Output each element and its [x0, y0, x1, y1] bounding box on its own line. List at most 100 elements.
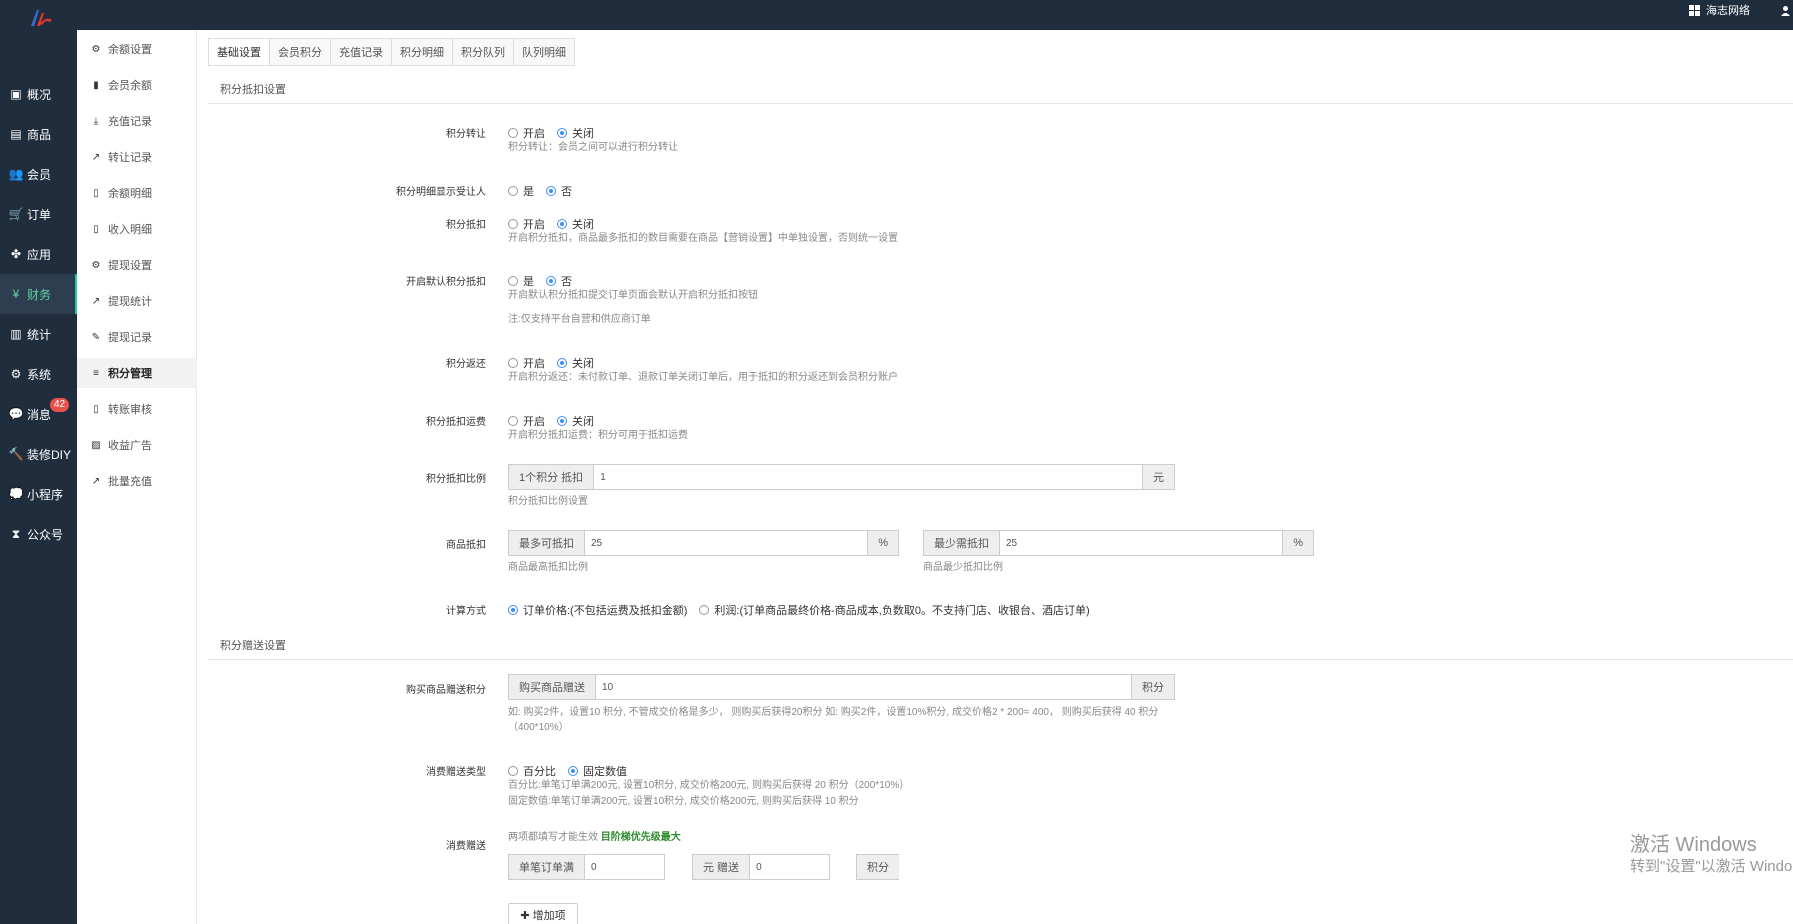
min-deduct-input[interactable]: 25	[1000, 531, 1283, 555]
subnav-item-withdraw-stats[interactable]: ↗ 提现统计	[77, 286, 197, 316]
help-text: 积分转让：会员之间可以进行积分转让	[508, 142, 678, 153]
refund-option-off[interactable]: 关闭	[557, 355, 594, 371]
nav-label: 应用	[27, 247, 52, 262]
deduct-option-on[interactable]: 开启	[508, 216, 545, 232]
subnav-label: 积分管理	[108, 368, 152, 380]
radio[interactable]	[699, 605, 710, 615]
transfer-option-off[interactable]: 关闭	[557, 125, 594, 141]
tab-basic-settings[interactable]: 基础设置	[208, 38, 270, 66]
apps-icon: ✤	[10, 247, 22, 261]
radio[interactable]	[557, 358, 567, 368]
nav-item-messages[interactable]: 💬 消息 42	[0, 394, 77, 434]
subnav-label: 收入明细	[108, 224, 152, 236]
radio[interactable]	[546, 276, 556, 286]
option-label: 订单价格:(不包括运费及抵扣金额)	[523, 605, 688, 617]
nav-item-miniprogram[interactable]: 💭 小程序	[0, 474, 77, 514]
radio[interactable]	[508, 766, 518, 776]
default-deduct-option-yes[interactable]: 是	[508, 273, 534, 289]
show-recipient-option-no[interactable]: 否	[546, 183, 572, 199]
subnav-item-balance-details[interactable]: ▯ 余额明细	[77, 178, 197, 208]
field-label: 消费赠送类型	[426, 767, 486, 778]
nav-item-orders[interactable]: 🛒 订单	[0, 194, 77, 234]
max-deduct-input[interactable]: 25	[585, 531, 868, 555]
option-label: 是	[523, 186, 534, 198]
freight-option-off[interactable]: 关闭	[557, 413, 594, 429]
gift-amount-input[interactable]: 0	[750, 855, 829, 879]
subnav-label: 提现记录	[108, 332, 152, 344]
user-icon[interactable]	[1780, 5, 1791, 16]
tab-queue-details[interactable]: 队列明细	[513, 38, 575, 66]
order-threshold-input[interactable]: 0	[585, 855, 664, 879]
gift-type-option-percent[interactable]: 百分比	[508, 763, 556, 779]
tab-points-queue[interactable]: 积分队列	[452, 38, 514, 66]
calc-option-order-price[interactable]: 订单价格:(不包括运费及抵扣金额)	[508, 602, 687, 618]
buy-gift-input[interactable]: 10	[596, 675, 1131, 699]
subnav-item-points-management[interactable]: ≡ 积分管理	[77, 358, 197, 388]
radio[interactable]	[508, 416, 518, 426]
radio[interactable]	[508, 186, 518, 196]
radio[interactable]	[508, 605, 518, 615]
nav-item-members[interactable]: 👥 会员	[0, 154, 77, 194]
help-text: （400*10%）	[508, 722, 569, 733]
subnav-item-recharge-records[interactable]: ⤓ 充值记录	[77, 106, 197, 136]
gift-unit-group: 积分	[856, 854, 899, 880]
radio[interactable]	[568, 766, 578, 776]
min-deduct-prefix: 最少需抵扣	[924, 531, 1000, 555]
subnav-item-transfer-review[interactable]: ▯ 转账审核	[77, 394, 197, 424]
calc-option-profit[interactable]: 利润:(订单商品最终价格-商品成本,负数取0。不支持门店、收银台、酒店订单)	[699, 602, 1090, 618]
subnav-item-balance-settings[interactable]: ⚙ 余额设置	[77, 34, 197, 64]
nav-item-finance[interactable]: ¥ 财务	[0, 274, 77, 314]
subnav-item-transfer-records[interactable]: ↗ 转让记录	[77, 142, 197, 172]
subnav-item-batch-recharge[interactable]: ↗ 批量充值	[77, 466, 197, 496]
transfer-option-on[interactable]: 开启	[508, 125, 545, 141]
field-label: 积分转让	[446, 129, 486, 140]
add-item-label: 增加项	[532, 910, 566, 922]
radio[interactable]	[508, 358, 518, 368]
file-icon: ▯	[93, 403, 99, 415]
option-label: 关闭	[572, 358, 594, 370]
default-deduct-option-no[interactable]: 否	[546, 273, 572, 289]
ratio-input[interactable]: 1	[594, 465, 1142, 489]
subnav-item-withdraw-records[interactable]: ✎ 提现记录	[77, 322, 197, 352]
radio[interactable]	[546, 186, 556, 196]
subnav-item-income-details[interactable]: ▯ 收入明细	[77, 214, 197, 244]
deduct-option-off[interactable]: 关闭	[557, 216, 594, 232]
app-logo[interactable]	[28, 8, 54, 28]
radio[interactable]	[557, 416, 567, 426]
radio[interactable]	[508, 276, 518, 286]
freight-option-on[interactable]: 开启	[508, 413, 545, 429]
refund-radio-group: 开启 关闭	[508, 355, 606, 371]
tab-points-details[interactable]: 积分明细	[391, 38, 453, 66]
nav-item-system[interactable]: ⚙ 系统	[0, 354, 77, 394]
nav-item-goods[interactable]: ▤ 商品	[0, 114, 77, 154]
help-text: 如: 购买2件，设置10 积分, 不管成交价格是多少， 则购买后获得20积分 如…	[508, 707, 1159, 718]
users-icon: 👥	[8, 167, 24, 181]
tab-member-points[interactable]: 会员积分	[269, 38, 331, 66]
subnav-item-withdraw-settings[interactable]: ⚙ 提现设置	[77, 250, 197, 280]
radio[interactable]	[557, 219, 567, 229]
section-title-deduct: 积分抵扣设置	[208, 74, 1793, 104]
nav-item-apps[interactable]: ✤ 应用	[0, 234, 77, 274]
subnav-label: 余额明细	[108, 188, 152, 200]
show-recipient-option-yes[interactable]: 是	[508, 183, 534, 199]
add-item-button[interactable]: ✚ 增加项	[508, 903, 578, 924]
tab-recharge-records[interactable]: 充值记录	[330, 38, 392, 66]
max-deduct-suffix: %	[867, 531, 898, 555]
buy-gift-prefix: 购买商品赠送	[509, 675, 596, 699]
radio[interactable]	[508, 219, 518, 229]
radio[interactable]	[508, 128, 518, 138]
nav-item-stats[interactable]: ▥ 统计	[0, 314, 77, 354]
help-text: 积分抵扣比例设置	[508, 496, 588, 507]
tab-bar: 基础设置 会员积分 充值记录 积分明细 积分队列 队列明细	[208, 38, 575, 66]
nav-item-official-account[interactable]: ⧗ 公众号	[0, 514, 77, 554]
help-text: 商品最少抵扣比例	[923, 562, 1003, 573]
nav-item-diy[interactable]: 🔨 装修DIY	[0, 434, 77, 474]
brand-link[interactable]: 海志网络	[1706, 2, 1750, 18]
subnav-item-revenue-ads[interactable]: ▨ 收益广告	[77, 430, 197, 460]
subnav-item-member-balance[interactable]: ▮ 会员余额	[77, 70, 197, 100]
nav-item-overview[interactable]: ▣ 概况	[0, 74, 77, 114]
deduct-radio-group: 开启 关闭	[508, 216, 606, 232]
radio[interactable]	[557, 128, 567, 138]
refund-option-on[interactable]: 开启	[508, 355, 545, 371]
gift-type-option-fixed[interactable]: 固定数值	[568, 763, 627, 779]
